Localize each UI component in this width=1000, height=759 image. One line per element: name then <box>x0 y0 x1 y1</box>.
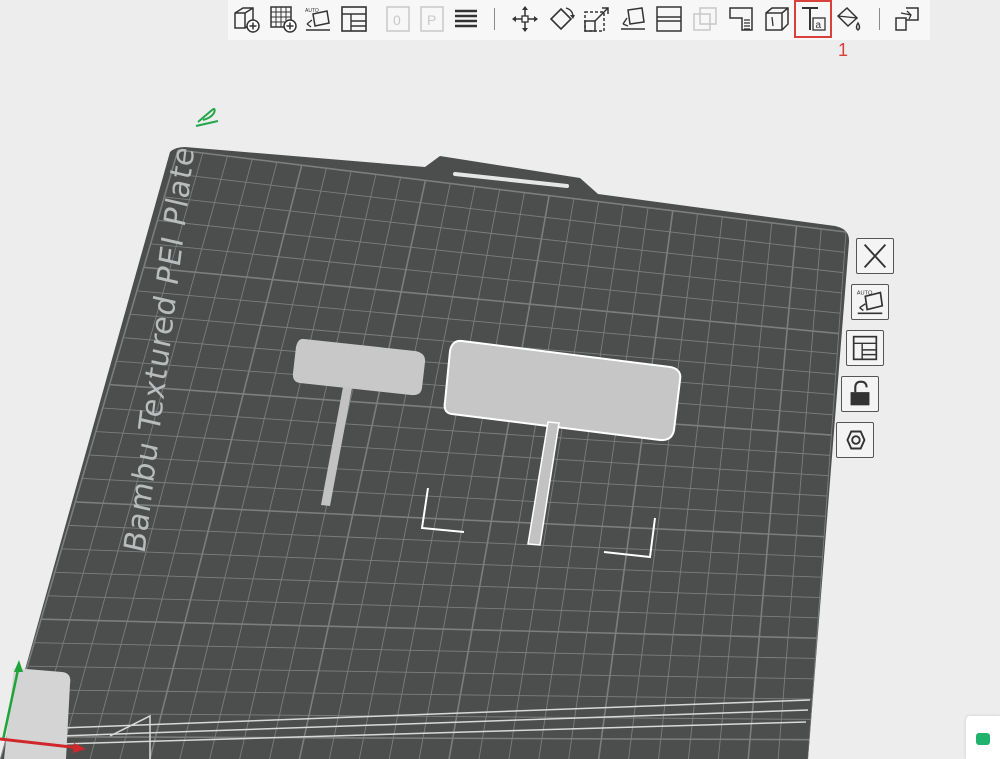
color-paint-icon <box>836 6 861 31</box>
toolbar-separator <box>494 8 495 30</box>
plate-object-button-0[interactable]: 0 <box>383 4 413 34</box>
move-button[interactable] <box>510 4 540 34</box>
hexagon-settings-icon <box>846 430 866 450</box>
main-toolbar: AUTO 0 P a <box>228 0 930 40</box>
cut-icon <box>656 6 682 32</box>
support-paint-icon <box>729 7 753 31</box>
support-paint-button[interactable] <box>726 4 756 34</box>
step-marker-label: 1 <box>838 40 849 60</box>
plate-settings-button[interactable] <box>836 422 874 458</box>
text-tool-button[interactable]: a <box>794 0 832 38</box>
y-axis-head <box>14 660 23 672</box>
plate-object-button-p[interactable]: P <box>417 4 447 34</box>
add-plate-button[interactable] <box>268 4 298 34</box>
arrange-button[interactable] <box>339 4 369 34</box>
arrange-icon <box>852 335 878 361</box>
arrange-plate-button[interactable] <box>846 330 884 366</box>
auto-orient-plate-button[interactable]: AUTO <box>851 284 889 320</box>
toolbar-separator <box>879 8 880 30</box>
color-paint-button[interactable] <box>834 4 864 34</box>
close-icon <box>863 244 887 268</box>
boolean-button[interactable] <box>690 4 720 34</box>
chat-widget-button[interactable] <box>966 716 1000 759</box>
camera-indicator-icon <box>195 108 219 127</box>
lock-plate-button[interactable] <box>841 376 879 412</box>
add-object-button[interactable] <box>231 4 261 34</box>
svg-text:P: P <box>427 12 436 28</box>
seam-paint-icon <box>765 7 789 31</box>
rotate-icon <box>549 7 575 31</box>
unlock-icon <box>850 380 870 406</box>
build-plate <box>0 147 850 759</box>
text-tool-icon: a <box>802 7 826 31</box>
scale-button[interactable] <box>582 4 612 34</box>
add-cube-icon <box>234 7 260 33</box>
svg-text:0: 0 <box>393 12 401 28</box>
lay-on-face-icon <box>621 7 645 30</box>
add-plate-icon <box>270 6 297 33</box>
plate-0-icon: 0 <box>386 6 410 32</box>
chat-icon <box>976 733 990 745</box>
auto-orient-button[interactable]: AUTO <box>303 4 333 34</box>
seam-paint-button[interactable] <box>762 4 792 34</box>
rotate-button[interactable] <box>546 4 576 34</box>
cut-button[interactable] <box>654 4 684 34</box>
arrange-icon <box>341 6 367 32</box>
assembly-button[interactable] <box>892 4 922 34</box>
delete-plate-button[interactable] <box>856 238 894 274</box>
boolean-icon <box>693 7 717 31</box>
svg-text:a: a <box>816 20 822 31</box>
lay-on-face-button[interactable] <box>618 4 648 34</box>
move-icon <box>512 6 538 32</box>
layers-icon <box>455 9 477 28</box>
auto-orient-icon: AUTO <box>305 8 330 31</box>
layers-button[interactable] <box>451 4 481 34</box>
auto-orient-icon: AUTO <box>857 290 884 315</box>
assembly-icon <box>895 7 919 31</box>
scale-icon <box>584 7 609 32</box>
plate-p-icon: P <box>420 6 444 32</box>
